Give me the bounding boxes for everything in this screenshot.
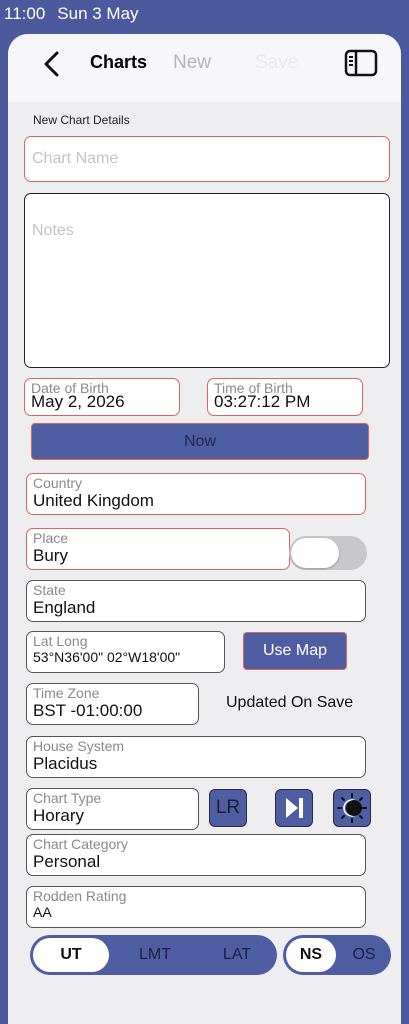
sun-eclipse-button[interactable]: [333, 789, 371, 827]
rodden-rating-field[interactable]: Rodden Rating AA: [26, 886, 366, 928]
date-of-birth-value: May 2, 2026: [31, 392, 125, 411]
chart-name-placeholder: Chart Name: [32, 150, 119, 167]
time-mode-lat[interactable]: LAT: [202, 938, 272, 972]
chart-category-field[interactable]: Chart Category Personal: [26, 834, 366, 876]
date-of-birth-field[interactable]: Date of Birth May 2, 2026: [24, 378, 180, 416]
rodden-rating-value: AA: [33, 904, 52, 920]
time-mode-ut[interactable]: UT: [33, 938, 109, 972]
skip-button[interactable]: [275, 789, 313, 827]
time-zone-label: Time Zone: [33, 685, 100, 701]
lr-label: LR: [215, 797, 241, 818]
node-mode-ns[interactable]: NS: [286, 938, 336, 972]
country-label: Country: [33, 475, 83, 491]
time-mode-segmented: UT LMT LAT: [30, 935, 277, 975]
save-button[interactable]: Save: [255, 52, 298, 74]
status-time: 11:00: [4, 4, 46, 23]
chart-form-sheet: Charts New Save New Chart Details Chart …: [8, 34, 401, 1024]
sidebar-toggle-icon[interactable]: [344, 49, 378, 77]
updated-on-save-note: Updated On Save: [226, 694, 354, 711]
navigation-bar: Charts New Save: [8, 34, 401, 102]
country-value: United Kingdom: [33, 491, 154, 510]
place-toggle[interactable]: [289, 536, 367, 570]
lat-long-field[interactable]: Lat Long 53°N36'00" 02°W18'00": [26, 631, 225, 673]
house-system-label: House System: [33, 738, 125, 754]
place-value: Bury: [33, 546, 68, 565]
notes-textarea[interactable]: Notes: [24, 193, 390, 368]
node-mode-os[interactable]: OS: [339, 938, 389, 972]
time-of-birth-value: 03:27:12 PM: [214, 392, 311, 411]
place-label: Place: [33, 530, 69, 546]
time-zone-field[interactable]: Time Zone BST -01:00:00: [26, 683, 199, 725]
skip-forward-icon: [286, 798, 303, 818]
nav-title[interactable]: Charts: [90, 52, 147, 73]
lat-long-value: 53°N36'00" 02°W18'00": [33, 649, 181, 665]
now-button[interactable]: Now: [31, 423, 369, 460]
country-field[interactable]: Country United Kingdom: [26, 473, 366, 515]
chart-type-value: Horary: [33, 806, 85, 825]
node-mode-segmented: NS OS: [283, 935, 391, 975]
house-system-field[interactable]: House System Placidus: [26, 736, 366, 778]
chart-category-label: Chart Category: [33, 836, 128, 852]
status-bar: 11:00 Sun 3 May: [0, 0, 409, 30]
house-system-value: Placidus: [33, 754, 98, 773]
chart-type-field[interactable]: Chart Type Horary: [26, 788, 199, 830]
sun-eclipse-icon: [337, 793, 367, 823]
time-of-birth-field[interactable]: Time of Birth 03:27:12 PM: [207, 378, 363, 416]
use-map-button[interactable]: Use Map: [243, 632, 347, 670]
state-label: State: [33, 582, 66, 598]
state-field[interactable]: State England: [26, 580, 366, 622]
notes-placeholder: Notes: [32, 222, 74, 239]
chart-category-value: Personal: [33, 852, 101, 871]
new-button[interactable]: New: [173, 52, 211, 74]
state-value: England: [33, 598, 96, 617]
place-toggle-knob: [291, 538, 339, 568]
time-mode-lmt[interactable]: LMT: [120, 938, 190, 972]
time-zone-value: BST -01:00:00: [33, 701, 143, 720]
chevron-left-icon[interactable]: [40, 50, 64, 78]
lr-button[interactable]: LR: [209, 789, 247, 827]
place-field[interactable]: Place Bury: [26, 528, 290, 570]
chart-name-input[interactable]: Chart Name: [24, 136, 390, 182]
chart-type-label: Chart Type: [33, 790, 102, 806]
status-date: Sun 3 May: [57, 4, 139, 23]
section-title: New Chart Details: [33, 113, 130, 127]
